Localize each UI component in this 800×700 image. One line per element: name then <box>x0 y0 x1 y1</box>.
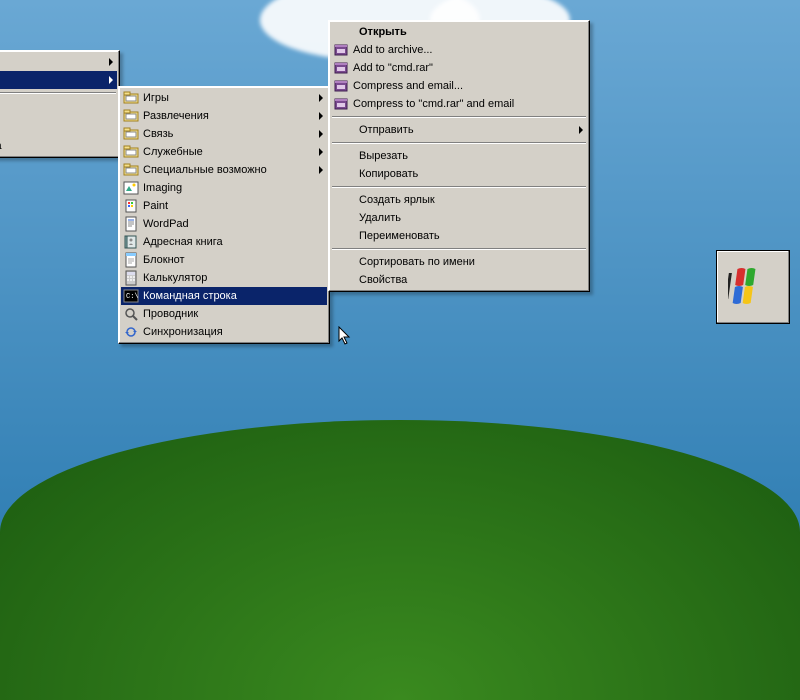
menu-item-imaging[interactable]: Imaging <box>121 179 327 197</box>
submenu-arrow-icon <box>109 58 113 66</box>
menu-item-label: Удалить <box>359 212 401 224</box>
menu-separator <box>332 116 586 118</box>
context-compress-cmdrar-email[interactable]: Compress to "cmd.rar" and email <box>331 95 587 113</box>
menu-item-explorer[interactable]: Проводник <box>121 305 327 323</box>
svg-text:C:\: C:\ <box>126 293 139 301</box>
menu-item-label: Compress and email... <box>353 80 463 92</box>
menu-item-notepad[interactable]: Блокнот <box>121 251 327 269</box>
menu-item-entertainment[interactable]: Развлечения <box>121 107 327 125</box>
menu-item-games[interactable]: Игры <box>121 89 327 107</box>
menu-item-label: Адресная книга <box>143 236 223 248</box>
submenu-arrow-icon <box>319 148 323 156</box>
menu-item-label: Копировать <box>359 168 418 180</box>
menu-item-label: Вырезать <box>359 150 408 162</box>
context-compress-email[interactable]: Compress and email... <box>331 77 587 95</box>
menu-item-wordpad[interactable]: WordPad <box>121 215 327 233</box>
context-menu: Открыть Add to archive... Add to "cmd.ra… <box>328 20 590 292</box>
context-add-to-cmdrar[interactable]: Add to "cmd.rar" <box>331 59 587 77</box>
menu-item-label: Открыть <box>359 26 407 38</box>
windows-logo-icon[interactable] <box>716 250 790 324</box>
menu-item[interactable] <box>0 53 117 71</box>
menu-item-label: Блокнот <box>143 254 185 266</box>
menu-item-label: Калькулятор <box>143 272 207 284</box>
menu-item-calculator[interactable]: Калькулятор <box>121 269 327 287</box>
menu-item-label: Сортировать по имени <box>359 256 475 268</box>
menu-item-label: Свойства <box>359 274 407 286</box>
submenu-arrow-icon <box>579 126 583 134</box>
menu-item-label: Imaging <box>143 182 182 194</box>
menu-item-label: Compress to "cmd.rar" and email <box>353 98 514 110</box>
submenu-level-1: ows Media <box>0 50 120 158</box>
submenu-arrow-icon <box>319 130 323 138</box>
menu-item-label: Paint <box>143 200 168 212</box>
menu-item-label: Специальные возможно <box>143 164 267 176</box>
menu-separator <box>332 142 586 144</box>
rar-icon <box>333 60 349 76</box>
rar-icon <box>333 78 349 94</box>
sync-icon <box>123 324 139 340</box>
menu-item-label: WordPad <box>143 218 189 230</box>
folder-icon <box>123 108 139 124</box>
submenu-arrow-icon <box>109 76 113 84</box>
menu-separator <box>0 92 116 94</box>
paint-icon <box>123 198 139 214</box>
menu-item-label: Синхронизация <box>143 326 223 338</box>
submenu-arrow-icon <box>319 166 323 174</box>
submenu-arrow-icon <box>319 94 323 102</box>
menu-item[interactable] <box>0 71 117 89</box>
menu-item-label: Проводник <box>143 308 198 320</box>
rar-icon <box>333 42 349 58</box>
context-sort-by-name[interactable]: Сортировать по имени <box>331 253 587 271</box>
grass-decoration <box>0 420 800 700</box>
menu-item-label: Игры <box>143 92 169 104</box>
rar-icon <box>333 96 349 112</box>
context-rename[interactable]: Переименовать <box>331 227 587 245</box>
menu-item-label: Переименовать <box>359 230 440 242</box>
wordpad-icon <box>123 216 139 232</box>
mouse-cursor-icon <box>338 326 352 346</box>
menu-separator <box>332 186 586 188</box>
menu-item-label: Add to "cmd.rar" <box>353 62 433 74</box>
folder-icon <box>123 162 139 178</box>
menu-item-accessibility[interactable]: Специальные возможно <box>121 161 327 179</box>
cmd-icon: C:\ <box>123 288 139 304</box>
context-send-to[interactable]: Отправить <box>331 121 587 139</box>
context-properties[interactable]: Свойства <box>331 271 587 289</box>
context-create-shortcut[interactable]: Создать ярлык <box>331 191 587 209</box>
menu-item-label: Служебные <box>143 146 203 158</box>
folder-icon <box>123 144 139 160</box>
menu-item-label: Связь <box>143 128 173 140</box>
explorer-icon <box>123 306 139 322</box>
folder-icon <box>123 90 139 106</box>
address-book-icon <box>123 234 139 250</box>
menu-item-system-tools[interactable]: Служебные <box>121 143 327 161</box>
menu-item-paint[interactable]: Paint <box>121 197 327 215</box>
calculator-icon <box>123 270 139 286</box>
menu-item-label: Add to archive... <box>353 44 433 56</box>
submenu-arrow-icon <box>319 112 323 120</box>
notepad-icon <box>123 252 139 268</box>
menu-item-communications[interactable]: Связь <box>121 125 327 143</box>
imaging-icon <box>123 180 139 196</box>
menu-item-synchronize[interactable]: Синхронизация <box>121 323 327 341</box>
context-cut[interactable]: Вырезать <box>331 147 587 165</box>
context-copy[interactable]: Копировать <box>331 165 587 183</box>
menu-item-label: ows Media <box>0 140 2 152</box>
menu-item-command-prompt[interactable]: C:\ Командная строка <box>121 287 327 305</box>
context-delete[interactable]: Удалить <box>331 209 587 227</box>
menu-item-label: Отправить <box>359 124 414 136</box>
context-open[interactable]: Открыть <box>331 23 587 41</box>
menu-item-label: Создать ярлык <box>359 194 435 206</box>
context-add-to-archive[interactable]: Add to archive... <box>331 41 587 59</box>
menu-separator <box>332 248 586 250</box>
submenu-accessories: Игры Развлечения Связь Служебные Специал… <box>118 86 330 344</box>
menu-item-address-book[interactable]: Адресная книга <box>121 233 327 251</box>
menu-item-windows-media[interactable]: ows Media <box>0 137 117 155</box>
menu-item-label: Развлечения <box>143 110 209 122</box>
folder-icon <box>123 126 139 142</box>
menu-item-label: Командная строка <box>143 290 237 302</box>
